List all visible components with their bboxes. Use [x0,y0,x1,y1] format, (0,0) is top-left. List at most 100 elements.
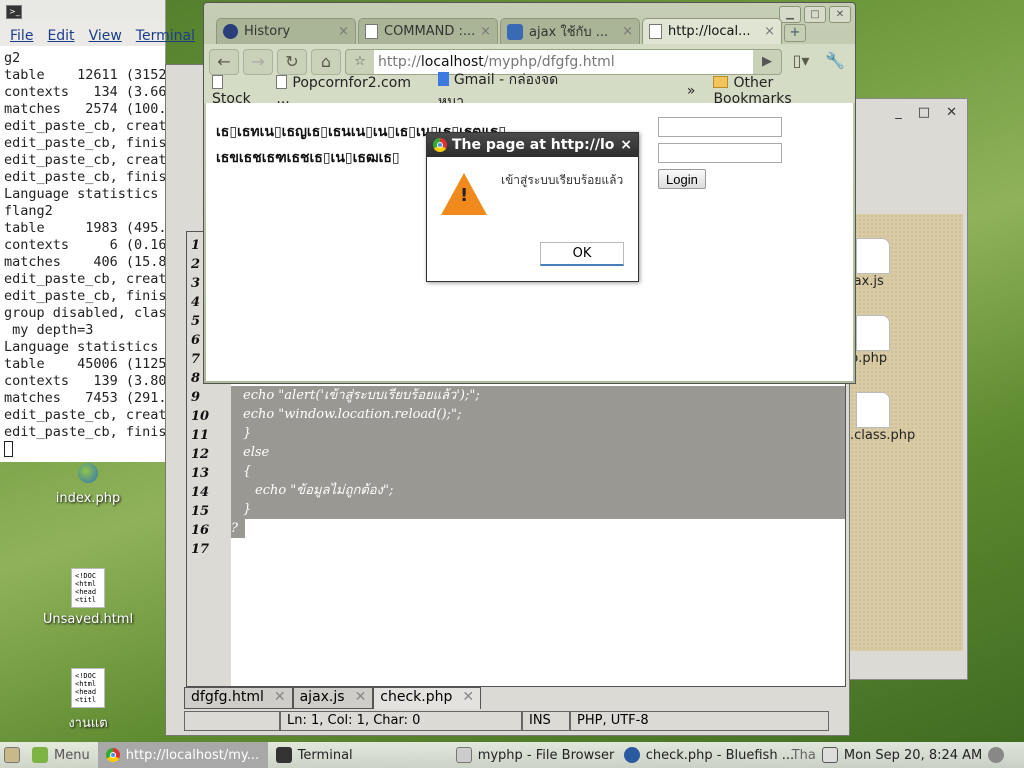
code-line[interactable]: { [231,462,845,481]
desktop-icon-html[interactable]: <!DOC <html <head <titl งานแต [38,668,138,733]
line-number: 4 [191,295,201,310]
desktop-icon-unsaved-html[interactable]: <!DOC <html <head <titl Unsaved.html [38,568,138,627]
close-tab-icon[interactable]: ✕ [355,689,367,707]
tab-ajax[interactable]: ajax ใช้กับ ... × [500,18,640,44]
tab-ajax-js[interactable]: ajax.js ✕ [292,687,374,709]
show-desktop-icon[interactable] [4,747,20,763]
terminal-line: matches 406 (15.8 [4,254,165,270]
close-icon[interactable]: ✕ [946,105,957,120]
taskbar-item-label: Terminal [297,747,353,763]
terminal-window[interactable]: >_ File Edit View Terminal H g2table 126… [0,0,220,462]
close-tab-icon[interactable]: ✕ [462,689,474,708]
php-file-icon [856,392,890,428]
taskbar-item-bluefish[interactable]: check.php - Bluefish ... [616,742,794,768]
terminal-line: contexts 139 (3.80 [4,373,165,389]
line-number: 11 [191,428,210,443]
taskbar-item-file-browser[interactable]: myphp - File Browser [448,742,616,768]
line-number: 3 [191,276,201,291]
line-number: 7 [191,352,201,367]
network-icon[interactable] [821,747,838,763]
menu-button[interactable]: Menu [24,742,98,768]
menu-edit[interactable]: Edit [47,28,74,46]
close-tab-icon[interactable]: × [480,24,491,39]
page-icon [649,24,662,39]
code-line[interactable]: ?> [231,519,245,555]
maximize-icon[interactable]: □ [918,105,930,120]
alert-title: The page at http://loc [452,137,616,153]
tab-label: dfgfg.html [191,689,264,705]
desktop-icon-label: งานแต [68,716,108,731]
close-tab-icon[interactable]: ✕ [274,689,286,707]
file-item[interactable]: b.php [850,315,890,366]
menu-terminal[interactable]: Terminal [136,28,195,46]
minimize-icon[interactable]: _ [895,105,902,120]
alert-dialog[interactable]: The page at http://loc × ! เข้าสู่ระบบเรี… [426,132,639,282]
line-number: 1 [191,238,201,253]
terminal-line: matches 2574 (100. [4,101,165,117]
username-input[interactable] [658,117,782,137]
php-file-icon [856,315,890,351]
alert-titlebar: The page at http://loc × [427,133,638,157]
clock[interactable]: Mon Sep 20, 8:24 AM [840,742,986,768]
menu-file[interactable]: File [10,28,33,46]
terminal-titlebar[interactable]: >_ [0,0,165,22]
reload-button[interactable]: ↻ [277,48,307,75]
close-icon[interactable]: ✕ [829,6,851,23]
file-item[interactable]: .class.php [850,392,915,443]
terminal-line: Language statistics [4,186,159,202]
ok-button[interactable]: OK [540,242,624,266]
terminal-line: table 1983 (495. [4,220,165,236]
code-line[interactable]: } [231,500,845,519]
tab-label: History [244,24,291,39]
terminal-line: Language statistics [4,339,159,355]
tab-localhost[interactable]: http://local... × [642,18,782,44]
bookmarks-overflow-button[interactable]: » [687,83,696,99]
code-line[interactable]: echo "ข้อมูลไม่ถูกต้อง"; [231,481,845,500]
js-file-icon [856,238,890,274]
taskbar-item-terminal[interactable]: Terminal [268,742,448,768]
file-item[interactable]: jax.js [850,238,890,289]
line-number: 14 [191,485,210,500]
new-tab-button[interactable]: + [784,24,806,42]
power-icon[interactable] [988,747,1005,763]
login-button[interactable]: Login [658,169,706,189]
code-line[interactable]: else [231,443,845,462]
go-icon[interactable]: ▶ [753,54,781,69]
forward-button[interactable]: → [243,48,273,75]
page-text-line-2: เธขเธชเธฑเธชเธ▯เน▯เธฒเธ▯ [216,150,400,166]
code-line[interactable]: echo "alert('เข้าสู่ระบบเรียบร้อยแล้ว');… [231,386,845,405]
tab-check-php[interactable]: check.php ✕ [373,687,482,709]
keyboard-layout[interactable]: Tha [788,742,820,768]
home-button[interactable]: ⌂ [311,48,341,75]
close-tab-icon[interactable]: × [764,24,775,39]
code-line[interactable]: } [231,424,845,443]
taskbar-item-browser[interactable]: http://localhost/my... [97,742,268,768]
html-file-icon: <!DOC <html <head <titl [71,668,105,708]
taskbar-item-label: myphp - File Browser [477,747,615,763]
terminal-cursor [4,441,13,457]
terminal-output[interactable]: g2 table 12611 (3152.7 contexts 134 (3.66 … [0,46,165,458]
insert-mode: INS [522,711,570,731]
wrench-menu-icon[interactable]: 🔧 [820,49,850,75]
bookmark-star-icon[interactable]: ☆ [346,54,374,69]
terminal-line: matches 7453 (291. [4,390,165,406]
menu-label: Menu [54,747,90,763]
tab-command[interactable]: COMMAND :... × [358,18,498,44]
page-icon [276,75,288,89]
code-line[interactable]: echo "window.location.reload();"; [231,405,845,424]
close-tab-icon[interactable]: × [338,24,349,39]
close-tab-icon[interactable]: × [622,24,633,39]
tab-history[interactable]: History × [216,18,356,44]
line-number: 8 [191,371,201,386]
tab-dfgfg-html[interactable]: dfgfg.html ✕ [184,687,293,709]
line-number: 17 [191,542,210,557]
desktop-icon-index-php[interactable]: index.php [38,455,138,506]
mint-logo-icon [32,747,48,763]
close-icon[interactable]: × [620,137,632,153]
page-menu-icon[interactable]: ▯▾ [786,49,816,75]
menu-view[interactable]: View [89,28,122,46]
maximize-icon[interactable]: □ [804,6,826,23]
back-button[interactable]: ← [209,48,239,75]
password-input[interactable] [658,143,782,163]
terminal-menubar: File Edit View Terminal H [0,22,220,46]
